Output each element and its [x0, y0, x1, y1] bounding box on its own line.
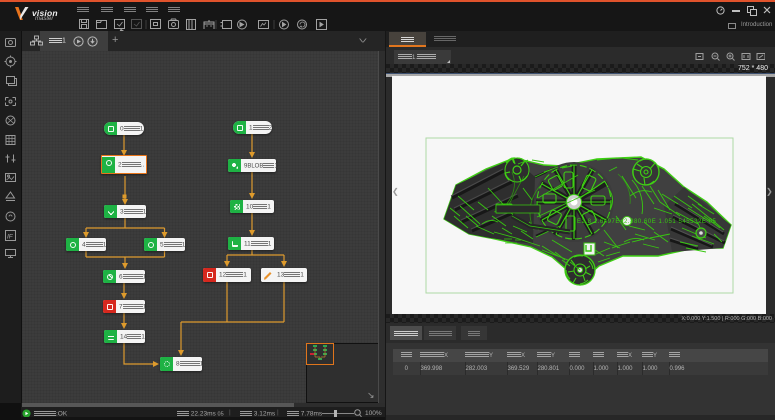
svg-text:E2.8 1.6497E+2.880.60E 1.051 5: E2.8 1.6497E+2.880.60E 1.051 545532E 05	[577, 219, 717, 225]
svg-text:IF: IF	[7, 234, 14, 241]
